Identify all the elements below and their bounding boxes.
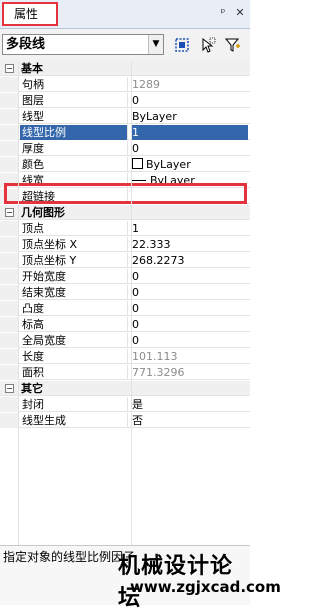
select-objects-icon[interactable] <box>199 36 217 54</box>
property-row-vertex-y[interactable]: 顶点坐标 Y 268.2273 <box>0 253 250 268</box>
property-name: 凸度 <box>20 301 128 316</box>
property-value: 771.3296 <box>132 366 185 379</box>
category-misc[interactable]: − 其它 <box>0 381 250 396</box>
property-name: 线型生成 <box>20 413 128 428</box>
object-type-value: 多段线 <box>6 37 46 52</box>
panel-titlebar: 属性 ᵖ ✕ <box>0 0 250 29</box>
property-name: 全局宽度 <box>20 333 128 348</box>
category-basic[interactable]: − 基本 <box>0 61 250 76</box>
toggle-pickadd-icon[interactable] <box>224 36 242 54</box>
property-value[interactable]: 0 <box>132 269 248 284</box>
property-value[interactable]: ByLayer <box>132 173 248 188</box>
quick-select-icon[interactable] <box>173 36 191 54</box>
property-name: 顶点 <box>20 221 128 236</box>
property-row-elevation[interactable]: 标高 0 <box>0 317 250 332</box>
property-name: 标高 <box>20 317 128 332</box>
column-divider[interactable] <box>131 61 132 545</box>
watermark: 机械设计论坛 www.zgjxcad.com <box>118 548 281 611</box>
category-geometry[interactable]: − 几何图形 <box>0 205 250 220</box>
property-row-linetype-scale[interactable]: 线型比例 1 <box>0 125 250 140</box>
property-name: 线型比例 <box>20 125 128 140</box>
gutter-divider <box>18 61 19 545</box>
color-value-text: ByLayer <box>146 158 191 171</box>
property-value[interactable]: 0 <box>132 141 248 156</box>
watermark-url: www.zgjxcad.com <box>130 578 281 596</box>
property-name: 顶点坐标 Y <box>20 253 128 268</box>
property-value: 101.113 <box>132 350 178 363</box>
property-row-linetype-generation[interactable]: 线型生成 否 <box>0 413 250 428</box>
property-row-vertex-x[interactable]: 顶点坐标 X 22.333 <box>0 237 250 252</box>
property-row-length[interactable]: 长度 101.113 <box>0 349 250 364</box>
description-text: 指定对象的线型比例因子 <box>3 550 136 564</box>
property-value: 1289 <box>132 78 160 91</box>
lineweight-value-text: ByLayer <box>150 174 195 187</box>
collapse-icon[interactable]: − <box>5 384 14 393</box>
lineweight-sample-icon <box>132 180 146 181</box>
property-row-hyperlink[interactable]: 超链接 <box>0 189 250 204</box>
property-grid: − 基本 句柄 1289 图层 0 线型 ByLayer 线型比例 1 厚度 0… <box>0 61 250 433</box>
property-name: 顶点坐标 X <box>20 237 128 252</box>
property-row-vertex[interactable]: 顶点 1 <box>0 221 250 236</box>
property-value[interactable]: 否 <box>132 413 248 428</box>
grid-empty-area <box>0 433 250 545</box>
property-name: 长度 <box>20 349 128 364</box>
property-row-end-width[interactable]: 结束宽度 0 <box>0 285 250 300</box>
property-row-area[interactable]: 面积 771.3296 <box>0 365 250 380</box>
property-value[interactable]: 268.2273 <box>132 253 248 268</box>
property-value[interactable] <box>132 189 248 204</box>
property-name: 开始宽度 <box>20 269 128 284</box>
property-row-lineweight[interactable]: 线宽 ByLayer <box>0 173 250 188</box>
properties-tab[interactable]: 属性 <box>2 2 58 26</box>
property-name: 厚度 <box>20 141 128 156</box>
property-value[interactable]: 0 <box>132 333 248 348</box>
property-name: 线宽 <box>20 173 128 188</box>
property-value[interactable]: ByLayer <box>132 157 248 172</box>
property-name: 面积 <box>20 365 128 380</box>
category-label: 几何图形 <box>21 206 65 219</box>
property-value[interactable]: 22.333 <box>132 237 248 252</box>
property-value[interactable]: 0 <box>132 301 248 316</box>
property-name: 超链接 <box>20 189 128 204</box>
property-row-color[interactable]: 颜色 ByLayer <box>0 157 250 172</box>
property-value[interactable]: ByLayer <box>132 109 248 124</box>
property-name: 封闭 <box>20 397 128 412</box>
property-row-handle[interactable]: 句柄 1289 <box>0 77 250 92</box>
property-row-thickness[interactable]: 厚度 0 <box>0 141 250 156</box>
property-value[interactable]: 是 <box>132 397 248 412</box>
property-value-input[interactable]: 1 <box>132 125 248 140</box>
property-value[interactable]: 0 <box>132 285 248 300</box>
property-value[interactable]: 0 <box>132 93 248 108</box>
property-value[interactable]: 1 <box>132 221 248 236</box>
category-label: 其它 <box>21 382 43 395</box>
property-row-global-width[interactable]: 全局宽度 0 <box>0 333 250 348</box>
property-row-bulge[interactable]: 凸度 0 <box>0 301 250 316</box>
object-type-select[interactable]: 多段线 ▼ <box>2 34 164 55</box>
property-row-start-width[interactable]: 开始宽度 0 <box>0 269 250 284</box>
selection-bar: 多段线 ▼ <box>0 29 250 61</box>
property-value[interactable]: 0 <box>132 317 248 332</box>
property-name: 句柄 <box>20 77 128 92</box>
property-name: 线型 <box>20 109 128 124</box>
pin-icon[interactable]: ᵖ <box>216 5 230 21</box>
property-row-closed[interactable]: 封闭 是 <box>0 397 250 412</box>
close-icon[interactable]: ✕ <box>233 5 247 21</box>
property-name: 结束宽度 <box>20 285 128 300</box>
property-row-linetype[interactable]: 线型 ByLayer <box>0 109 250 124</box>
property-name: 颜色 <box>20 157 128 172</box>
category-label: 基本 <box>21 62 43 75</box>
collapse-icon[interactable]: − <box>5 208 14 217</box>
property-name: 图层 <box>20 93 128 108</box>
color-swatch-icon <box>132 158 143 169</box>
properties-tab-label: 属性 <box>14 7 39 21</box>
property-row-layer[interactable]: 图层 0 <box>0 93 250 108</box>
collapse-icon[interactable]: − <box>5 64 14 73</box>
chevron-down-icon[interactable]: ▼ <box>148 35 163 54</box>
